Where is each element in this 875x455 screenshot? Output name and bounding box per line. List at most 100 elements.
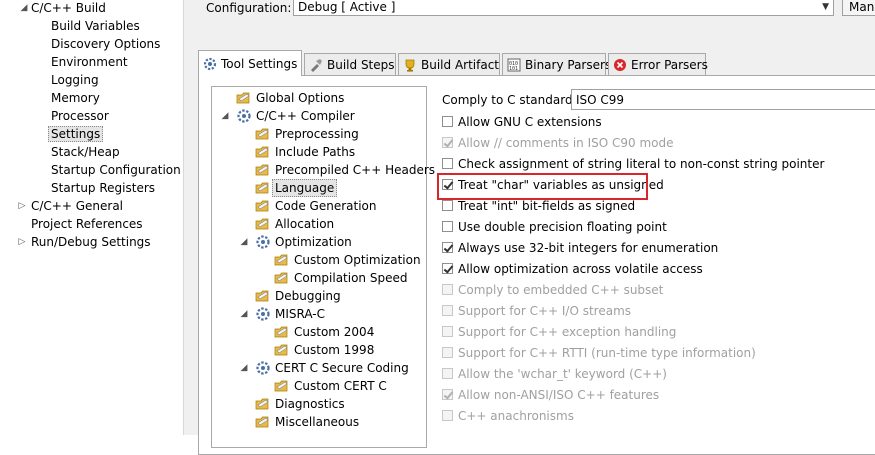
- option-label: Always use 32-bit integers for enumerati…: [458, 241, 719, 255]
- tool-icon: [256, 307, 270, 321]
- collapse-icon[interactable]: ◢: [239, 305, 249, 323]
- settings-page-icon: [274, 254, 288, 266]
- option-label: C++ anachronisms: [458, 409, 574, 423]
- tool-icon: [237, 109, 251, 123]
- tool-settings-icon: [203, 57, 217, 71]
- comply-standard-select[interactable]: ISO C99: [571, 89, 875, 110]
- option-label: Check assignment of string literal to no…: [458, 157, 825, 171]
- tree-item-startup-configuration[interactable]: Startup Configuration: [51, 161, 181, 179]
- collapse-icon[interactable]: ◢: [220, 107, 230, 125]
- settings-page-icon: [255, 398, 269, 410]
- tree-item-cpp-general[interactable]: C/C++ General: [31, 197, 123, 215]
- checkbox[interactable]: [442, 263, 453, 274]
- tree-item-memory[interactable]: Memory: [51, 89, 100, 107]
- checkbox: [442, 347, 453, 358]
- tree-item-stack-heap[interactable]: Stack/Heap: [51, 143, 120, 161]
- tab-label: Build Steps: [327, 58, 395, 72]
- collapse-icon[interactable]: ◢: [239, 359, 249, 377]
- tool-icon: [256, 361, 270, 375]
- tool-tree-label: Code Generation: [275, 199, 377, 213]
- manage-configurations-button[interactable]: Mana: [842, 0, 875, 16]
- option-label: Support for C++ exception handling: [458, 325, 677, 339]
- checkbox[interactable]: [442, 221, 453, 232]
- settings-page-icon: [274, 326, 288, 338]
- tool-tree-label: Compilation Speed: [294, 271, 408, 285]
- tool-tree-label: Custom CERT C: [294, 379, 387, 393]
- properties-tree: ◢ C/C++ Build Build Variables Discovery …: [0, 0, 183, 435]
- svg-text:101: 101: [509, 66, 518, 72]
- checkbox: [442, 368, 453, 379]
- tree-item-cpp-build[interactable]: C/C++ Build: [31, 0, 106, 17]
- tree-item-processor[interactable]: Processor: [51, 107, 109, 125]
- tool-tree-label: C/C++ Compiler: [256, 109, 355, 123]
- collapse-icon[interactable]: ◢: [19, 0, 29, 17]
- tree-item-logging[interactable]: Logging: [51, 71, 99, 89]
- settings-page-icon: [236, 92, 250, 104]
- expand-icon[interactable]: ▷: [17, 233, 27, 251]
- option-label: Allow the 'wchar_t' keyword (C++): [458, 367, 667, 381]
- tool-tree-label: Include Paths: [275, 145, 356, 159]
- checkbox: [442, 389, 453, 400]
- expand-icon[interactable]: ▷: [17, 197, 27, 215]
- settings-page-icon: [255, 164, 269, 176]
- tab-build-steps[interactable]: Build Steps: [304, 53, 396, 75]
- comply-standard-value: ISO C99: [576, 93, 625, 107]
- checkbox: [442, 326, 453, 337]
- settings-page-icon: [255, 290, 269, 302]
- tool-icon: [256, 235, 270, 249]
- error-icon: [614, 59, 626, 71]
- chevron-down-icon: ▼: [822, 2, 829, 12]
- option-label: Allow non-ANSI/ISO C++ features: [458, 388, 660, 402]
- option-label: Allow optimization across volatile acces…: [458, 262, 703, 276]
- build-steps-icon: [311, 59, 322, 72]
- tool-tree-label: Custom 1998: [294, 343, 375, 357]
- tree-item-environment[interactable]: Environment: [51, 53, 128, 71]
- configuration-label: Configuration:: [206, 1, 292, 15]
- settings-page-icon: [255, 200, 269, 212]
- option-label: Support for C++ I/O streams: [458, 304, 632, 318]
- settings-page-icon: [255, 182, 269, 194]
- tree-item-startup-registers[interactable]: Startup Registers: [51, 179, 155, 197]
- tab-build-artifact[interactable]: Build Artifact: [398, 53, 500, 75]
- tool-tree-label: Preprocessing: [275, 127, 359, 141]
- tab-error-parsers[interactable]: Error Parsers: [608, 53, 708, 75]
- checkbox[interactable]: [442, 158, 453, 169]
- settings-page-icon: [274, 344, 288, 356]
- tab-label: Tool Settings: [221, 57, 298, 71]
- tree-item-build-variables[interactable]: Build Variables: [51, 17, 140, 35]
- checkbox: [442, 284, 453, 295]
- tool-tree-label: Allocation: [275, 217, 335, 231]
- tab-label: Binary Parsers: [525, 58, 612, 72]
- checkbox[interactable]: [442, 116, 453, 127]
- checkbox[interactable]: [442, 200, 453, 211]
- tab-label: Error Parsers: [631, 58, 708, 72]
- checkbox[interactable]: [442, 242, 453, 253]
- tab-label: Build Artifact: [421, 58, 499, 72]
- tree-item-settings[interactable]: Settings: [48, 125, 104, 143]
- configuration-value: Debug [ Active ]: [298, 0, 396, 14]
- checkbox: [442, 137, 453, 148]
- tree-item-project-references[interactable]: Project References: [31, 215, 143, 233]
- collapse-icon[interactable]: ◢: [239, 233, 249, 251]
- settings-page-icon: [255, 218, 269, 230]
- tool-tree-label: Language: [272, 179, 338, 197]
- tool-tree-label: CERT C Secure Coding: [275, 361, 409, 375]
- settings-page-icon: [274, 272, 288, 284]
- tab-binary-parsers[interactable]: 010 101 Binary Parsers: [502, 53, 611, 75]
- comply-standard-label: Comply to C standard:: [442, 93, 577, 107]
- settings-page-icon: [255, 416, 269, 428]
- option-label: Allow // comments in ISO C90 mode: [458, 136, 674, 150]
- tree-item-run-debug-settings[interactable]: Run/Debug Settings: [31, 233, 151, 251]
- tool-tree-label: Precompiled C++ Headers: [275, 163, 436, 177]
- option-label: Allow GNU C extensions: [458, 115, 602, 129]
- option-label: Support for C++ RTTI (run-time type info…: [458, 346, 756, 360]
- tool-tree-label: Diagnostics: [275, 397, 345, 411]
- configuration-select[interactable]: Debug [ Active ] ▼: [293, 0, 834, 16]
- settings-page-icon: [255, 146, 269, 158]
- tab-tool-settings[interactable]: Tool Settings: [198, 50, 302, 76]
- highlight-annotation: [437, 173, 648, 200]
- settings-page-icon: [274, 380, 288, 392]
- tree-item-discovery-options[interactable]: Discovery Options: [51, 35, 160, 53]
- build-artifact-icon: [405, 59, 415, 72]
- checkbox: [442, 410, 453, 421]
